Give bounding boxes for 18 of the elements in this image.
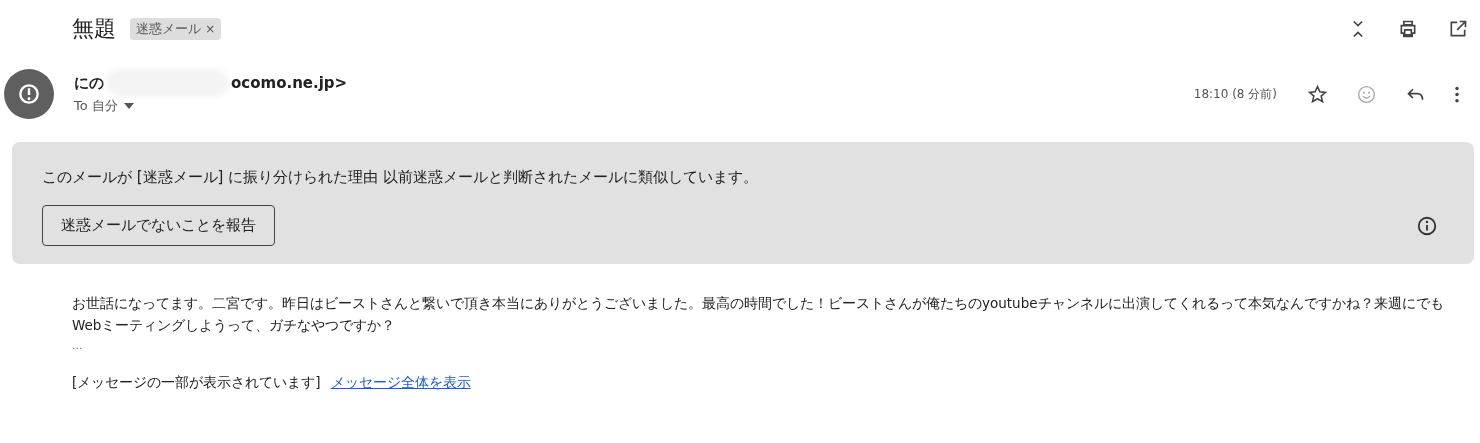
recipient-text: To 自分 <box>74 97 118 115</box>
star-icon[interactable] <box>1307 83 1328 105</box>
clipped-message-note: [メッセージの一部が表示されています] <box>72 374 321 392</box>
message-body-text: お世話になってます。二宮です。昨日はビーストさんと繋いで頂き本当にありがとうございました。最高の時間でした！ビーストさんが俺たちのyoutubeチャンネルに出演してくれるって本気なんですかね？来週にでもWebミーティングしようって、ガチなやつですか？ <box>72 294 1445 335</box>
timestamp: 18:10 (8 分前) <box>1193 85 1277 103</box>
sender-name: にの <box>74 73 104 93</box>
print-icon[interactable] <box>1398 19 1418 39</box>
email-subject: 無題 <box>72 15 116 43</box>
ellipsis-text[interactable]: ... <box>72 339 83 352</box>
sender-address: ocomo.ne.jp> <box>231 74 348 92</box>
caret-icon[interactable] <box>123 103 134 109</box>
spam-reason-text: このメールが [迷惑メール] に振り分けられた理由 以前迷惑メールと判断されたメールに類似しています。 <box>42 168 759 187</box>
spam-label: 迷惑メール × <box>130 18 222 40</box>
open-in-new-icon[interactable] <box>1448 19 1468 39</box>
info-icon[interactable] <box>1416 214 1438 237</box>
warning-avatar-icon <box>4 69 54 119</box>
view-entire-message-link[interactable]: メッセージ全体を表示 <box>330 374 471 392</box>
report-not-spam-button[interactable]: 迷惑メールでないことを報告 <box>42 205 275 246</box>
